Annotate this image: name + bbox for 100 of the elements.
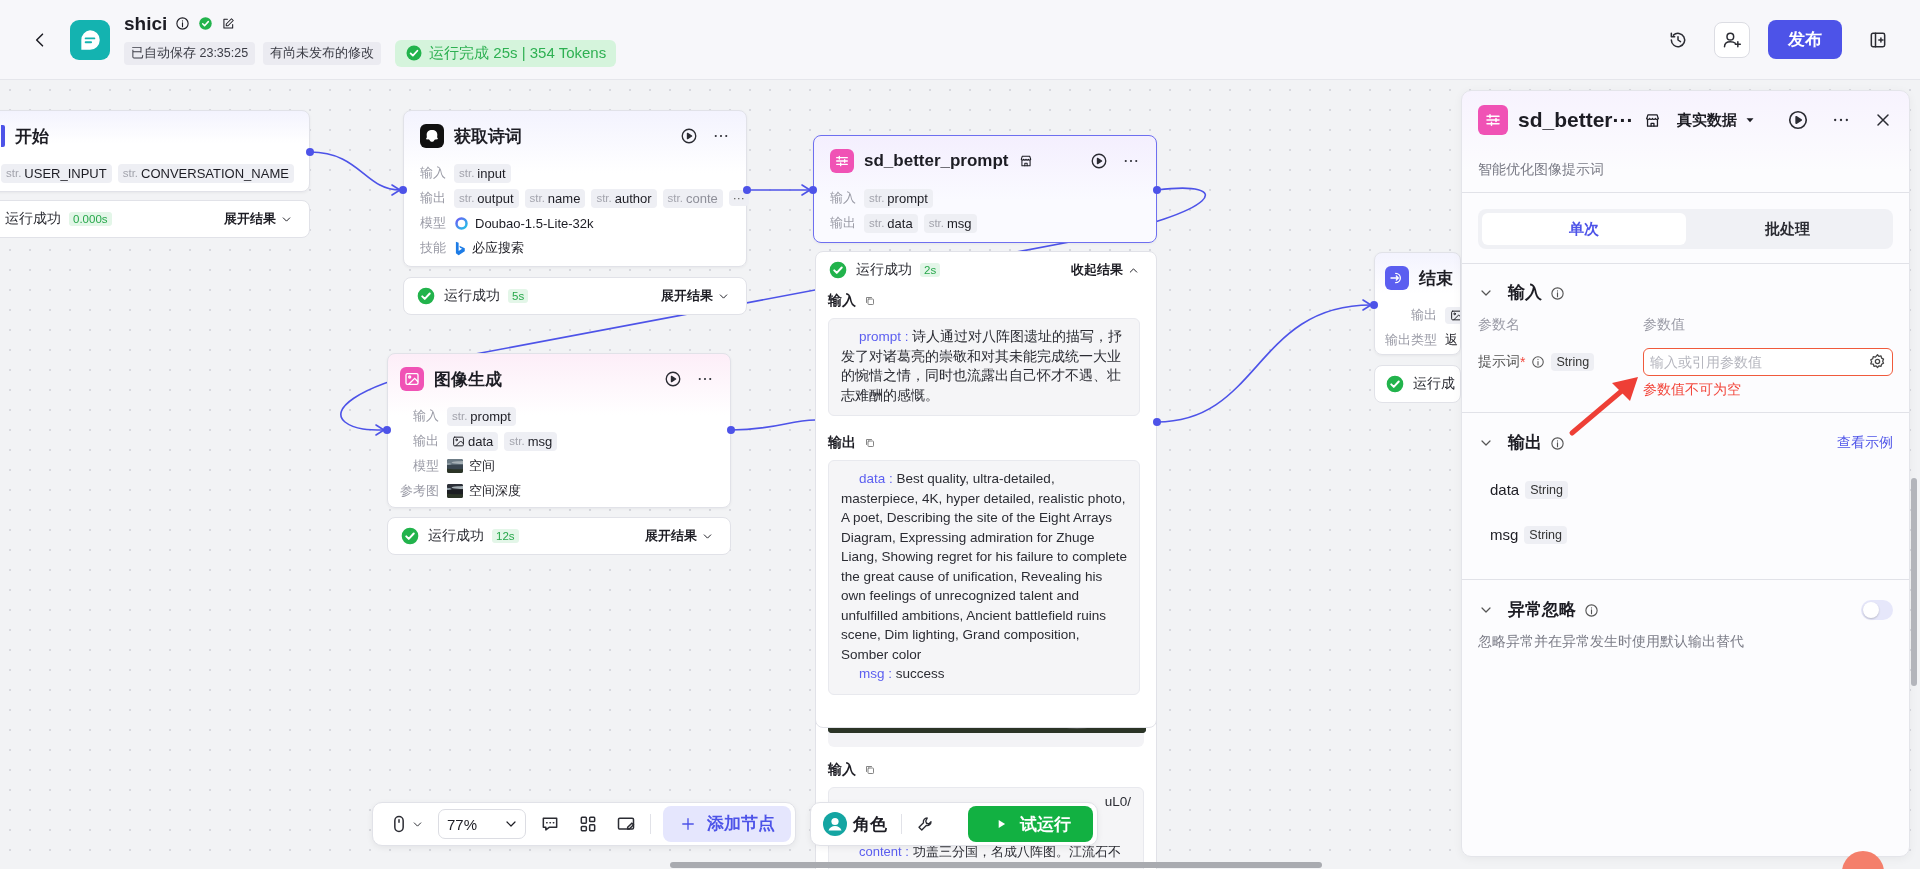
variable-tag: str. msg <box>923 213 977 233</box>
toggle-results-button[interactable]: 展开结果 <box>661 287 730 305</box>
variable-tag: str. msg <box>504 431 558 451</box>
info-icon[interactable] <box>1550 435 1565 451</box>
panel-title: sd_better··· <box>1518 108 1634 132</box>
wrench-icon <box>916 815 934 833</box>
success-icon <box>828 260 848 280</box>
field-label: 输入 <box>830 189 856 207</box>
field-label: 输出 <box>420 189 446 207</box>
toggle-results-button[interactable]: 展开结果 <box>224 210 293 228</box>
result-entry: uL0/ <box>1104 793 1131 811</box>
status-text: 运行成 <box>1413 375 1455 393</box>
result-entry: msg : success <box>858 665 946 683</box>
ribbon-icon <box>454 240 466 256</box>
field-label: 输出 <box>413 432 439 450</box>
ring-icon <box>454 215 469 231</box>
app-title: shici <box>124 12 168 35</box>
variable-tag: str. conte <box>662 188 723 208</box>
variable-tag: str. name <box>524 188 586 208</box>
mode-tab[interactable]: 批处理 <box>1685 213 1889 245</box>
copy-icon[interactable] <box>864 295 876 307</box>
copy-icon[interactable] <box>864 437 876 449</box>
info-icon[interactable] <box>175 16 191 31</box>
section-title: 输出 <box>828 434 856 452</box>
more-button[interactable]: ··· <box>728 190 749 206</box>
success-icon <box>1385 374 1405 394</box>
run-status-text: 运行完成 25s | 354 Tokens <box>429 43 607 63</box>
duration-badge: 12s <box>492 529 519 543</box>
info-icon[interactable] <box>1584 602 1599 618</box>
node-title: 图像生成 <box>434 368 502 391</box>
role-button[interactable]: 角色 <box>819 812 891 836</box>
copy-icon[interactable] <box>864 764 876 776</box>
scrollbar[interactable] <box>670 862 1322 868</box>
node-title: 获取诗词 <box>454 125 522 148</box>
edit-icon[interactable] <box>221 16 236 31</box>
node-card[interactable]: 开始 str. USER_INPUT str. CONVERSATION_NAME <box>0 110 310 192</box>
play-icon[interactable] <box>1090 152 1108 170</box>
publish-button[interactable]: 发布 <box>1768 20 1842 59</box>
success-icon <box>400 526 420 546</box>
port-dot[interactable] <box>809 186 817 194</box>
play-icon[interactable] <box>664 370 682 388</box>
info-icon[interactable] <box>1550 285 1565 301</box>
variable-tag: str. CONVERSATION_NAME <box>117 163 294 183</box>
collaborator-button[interactable] <box>1714 21 1750 58</box>
toggle-switch[interactable] <box>1861 600 1893 620</box>
port-dot[interactable] <box>1153 418 1161 426</box>
port-dot[interactable] <box>1370 301 1378 309</box>
variable-tag: str. input <box>454 163 511 183</box>
settings-icon[interactable] <box>1869 353 1886 370</box>
store-icon <box>1018 154 1033 168</box>
panel-description: 智能优化图像提示词 <box>1477 160 1605 179</box>
port-dot[interactable] <box>727 426 735 434</box>
node-card[interactable]: 结束 输出 输出类型 返 <box>1374 252 1461 355</box>
output-name: data <box>1490 481 1520 498</box>
section-title: 输入 <box>1508 282 1542 303</box>
add-node-button[interactable]: 添加节点 <box>663 806 791 842</box>
store-icon <box>1643 111 1661 129</box>
mode-tab[interactable]: 单次 <box>1482 213 1686 245</box>
field-label: 模型 <box>420 214 446 232</box>
field-value: Doubao-1.5-Lite-32k <box>475 215 594 231</box>
node-card[interactable]: 图像生成 输入 str. prompt 输出 data str. msg 模型 空间 参考图 空间深度 <box>387 353 731 508</box>
variable-name: data <box>468 433 494 449</box>
zoom-select[interactable]: 77% <box>438 809 526 839</box>
sliders-icon <box>830 149 854 173</box>
data-mode-dropdown[interactable]: 真实数据 <box>1676 110 1757 130</box>
status-text: 运行成功 <box>428 527 484 545</box>
plus-icon <box>679 815 697 833</box>
port-dot[interactable] <box>399 186 407 194</box>
field-label: 技能 <box>420 239 446 257</box>
port-dot[interactable] <box>743 186 751 194</box>
port-dot[interactable] <box>306 148 314 156</box>
sliders-icon <box>1478 105 1508 135</box>
image-icon <box>452 434 465 448</box>
field-label: 模型 <box>413 457 439 475</box>
port-dot[interactable] <box>383 426 391 434</box>
param-value-field[interactable]: 输入或引用参数值 <box>1643 348 1893 376</box>
variable-tag: str. prompt <box>447 406 516 426</box>
grid-icon <box>578 814 598 834</box>
field-label: 输入 <box>420 164 446 182</box>
node-card[interactable]: sd_better_prompt 输入 str. prompt 输出 str. data str. msg <box>813 135 1157 243</box>
port-dot[interactable] <box>1153 186 1161 194</box>
scrollbar[interactable] <box>1911 478 1917 686</box>
toggle-results-button[interactable]: 展开结果 <box>645 527 714 545</box>
result-entry: prompt : 诗人通过对八阵图遗址的描写，抒发了对诸葛亮的崇敬和对其未能完成统一大业的惋惜之情，同时也流露出自己怀才不遇、壮志难酬的感慨。 <box>841 328 1124 405</box>
info-icon[interactable] <box>1531 355 1546 369</box>
type-tag: String <box>1551 353 1595 371</box>
section-title: 输入 <box>828 761 856 779</box>
param-name: 提示词 <box>1478 353 1520 371</box>
duration-badge: 0.000s <box>69 212 112 226</box>
play-icon[interactable] <box>680 127 698 145</box>
variable-tag: str. prompt <box>864 188 933 208</box>
play-icon[interactable] <box>1787 109 1809 131</box>
exit-icon <box>1385 266 1409 290</box>
status-text: 运行成功 <box>444 287 500 305</box>
toggle-results-button[interactable]: 收起结果 <box>1071 261 1140 279</box>
success-icon <box>416 286 436 306</box>
node-card[interactable]: 获取诗词 输入 str. input 输出 str. output str. name str. author str. conte ··· 模型 Doubao-1.5-Lite-32k 技能 必应搜索 <box>403 110 747 267</box>
view-example-link[interactable]: 查看示例 <box>1837 434 1893 452</box>
duration-badge: 2s <box>920 263 941 277</box>
field-label: 输出 <box>830 214 856 232</box>
